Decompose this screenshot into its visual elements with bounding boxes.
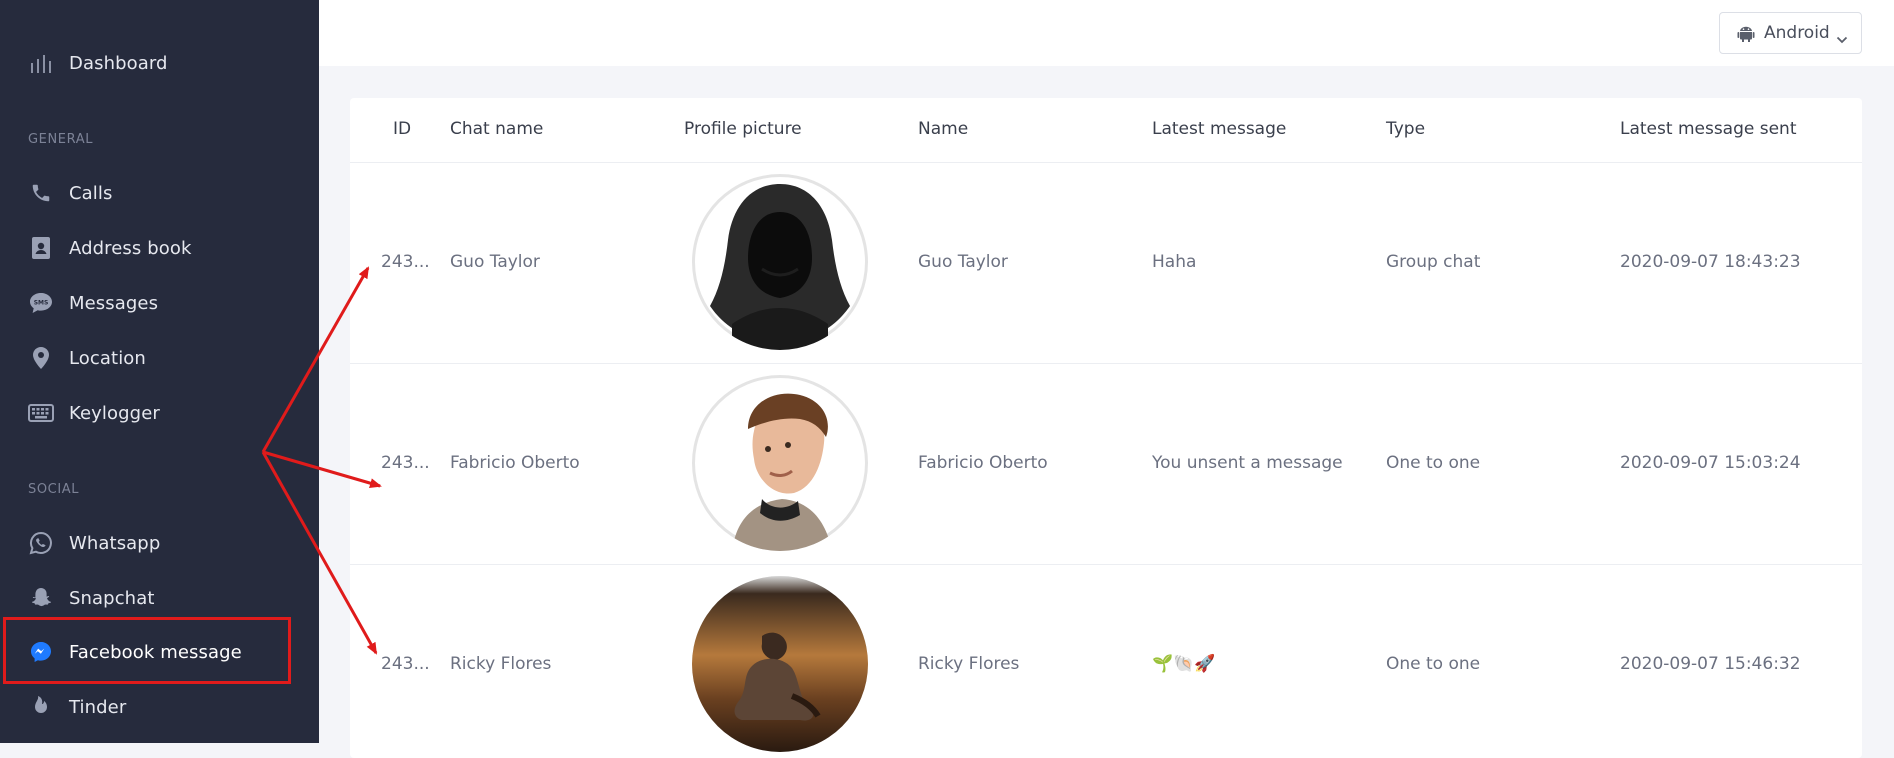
sidebar-item-snapchat[interactable]: Snapchat [0, 578, 319, 618]
sidebar-item-tinder[interactable]: Tinder [0, 687, 319, 727]
phone-icon [28, 180, 54, 206]
snapchat-icon [28, 585, 54, 611]
sidebar-item-dashboard[interactable]: Dashboard [0, 43, 319, 83]
sidebar-item-address-book[interactable]: Address book [0, 228, 319, 268]
tinder-flame-icon [28, 694, 54, 720]
sidebar-item-label: Snapchat [69, 587, 155, 609]
cell-latest-message-sent: 2020-09-07 15:03:24 [1620, 453, 1801, 473]
cell-latest-message: 🌱🐚🚀 [1152, 654, 1216, 674]
column-header-profile-picture[interactable]: Profile picture [684, 119, 802, 139]
section-title-general: GENERAL [28, 132, 94, 147]
dashboard-chart-icon [28, 50, 54, 76]
cell-chat-name: Ricky Flores [450, 654, 552, 674]
sms-icon: SMS [28, 290, 54, 316]
sidebar-item-keylogger[interactable]: Keylogger [0, 393, 319, 433]
sidebar-item-messages[interactable]: SMS Messages [0, 283, 319, 323]
sidebar-item-label: Dashboard [69, 52, 168, 74]
cell-id: 243... [381, 453, 430, 473]
cell-type: One to one [1386, 453, 1481, 473]
profile-picture [692, 174, 868, 350]
sidebar-item-location[interactable]: Location [0, 338, 319, 378]
sidebar-item-label: Address book [69, 237, 192, 259]
cell-name: Guo Taylor [918, 252, 1008, 272]
cell-latest-message: You unsent a message [1152, 453, 1343, 473]
android-icon [1737, 25, 1755, 47]
sidebar-item-label: Tinder [69, 696, 127, 718]
sidebar-item-label: Whatsapp [69, 532, 161, 554]
column-header-latest-message-sent[interactable]: Latest message sent [1620, 119, 1797, 139]
profile-picture [692, 576, 868, 752]
cell-name: Ricky Flores [918, 654, 1020, 674]
location-pin-icon [28, 345, 54, 371]
column-header-name[interactable]: Name [918, 119, 968, 139]
row-divider [350, 564, 1862, 565]
sidebar-item-label: Messages [69, 292, 159, 314]
column-header-id[interactable]: ID [393, 119, 411, 139]
address-book-icon [28, 235, 54, 261]
chevron-down-icon [1836, 29, 1848, 48]
whatsapp-icon [28, 530, 54, 556]
cell-type: Group chat [1386, 252, 1481, 272]
topbar [319, 0, 1894, 66]
platform-select-label: Android [1764, 23, 1830, 43]
keyboard-icon [28, 400, 54, 426]
cell-chat-name: Fabricio Oberto [450, 453, 580, 473]
sidebar-item-label: Location [69, 347, 146, 369]
column-header-latest-message[interactable]: Latest message [1152, 119, 1286, 139]
column-header-type[interactable]: Type [1386, 119, 1425, 139]
profile-picture [692, 375, 868, 551]
column-header-chat-name[interactable]: Chat name [450, 119, 543, 139]
cell-latest-message: Haha [1152, 252, 1197, 272]
cell-chat-name: Guo Taylor [450, 252, 540, 272]
cell-type: One to one [1386, 654, 1481, 674]
section-title-social: SOCIAL [28, 482, 80, 497]
row-divider [350, 363, 1862, 364]
cell-id: 243... [381, 252, 430, 272]
sidebar-item-label: Keylogger [69, 402, 160, 424]
row-divider [350, 162, 1862, 163]
sidebar-item-whatsapp[interactable]: Whatsapp [0, 523, 319, 563]
svg-text:SMS: SMS [34, 300, 49, 307]
platform-select[interactable]: Android [1719, 12, 1862, 54]
annotation-highlight-box [3, 617, 291, 684]
sidebar-item-calls[interactable]: Calls [0, 173, 319, 213]
sidebar-item-label: Calls [69, 182, 113, 204]
cell-latest-message-sent: 2020-09-07 15:46:32 [1620, 654, 1801, 674]
cell-name: Fabricio Oberto [918, 453, 1048, 473]
cell-id: 243... [381, 654, 430, 674]
sidebar: Dashboard GENERAL Calls Address book SMS… [0, 0, 319, 743]
cell-latest-message-sent: 2020-09-07 18:43:23 [1620, 252, 1801, 272]
